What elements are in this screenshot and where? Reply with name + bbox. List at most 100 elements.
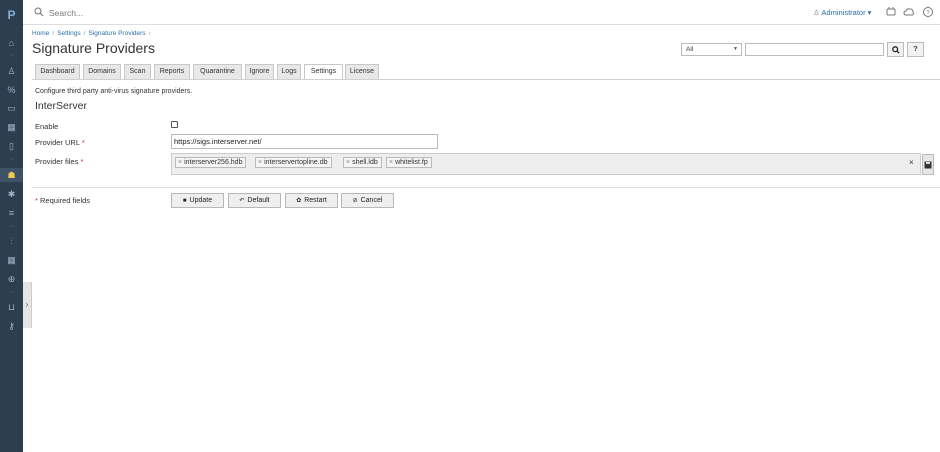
shield-icon[interactable]: ☗ xyxy=(6,170,17,181)
question-icon: ? xyxy=(913,46,918,53)
tab-scan[interactable]: Scan xyxy=(124,64,151,79)
top-bar: ♙ Administrator ▾ ? xyxy=(23,0,940,25)
left-nav-rail: P ⌂ ⌃ ♙ % ▭ ▦ ▯ ⌃ ☗ ✱ ≡ ⌃ ⫶ ▦ ⊕ ⌃ ⊔ ⚷ xyxy=(0,0,23,452)
tabs-divider xyxy=(32,79,940,80)
file-tag-label: interservertopline.db xyxy=(264,159,328,166)
percent-icon[interactable]: % xyxy=(6,85,17,96)
cancel-button[interactable]: ⊘ Cancel xyxy=(341,193,394,208)
help-button[interactable]: ? xyxy=(907,42,924,57)
tab-reports[interactable]: Reports xyxy=(154,64,190,79)
required-fields-note: * Required fields xyxy=(35,196,90,205)
tab-logs[interactable]: Logs xyxy=(277,64,301,79)
grid-icon[interactable]: ▦ xyxy=(6,122,17,133)
collapse-chevron-icon[interactable]: ⌃ xyxy=(0,226,23,231)
help-icon[interactable]: ? xyxy=(922,6,934,18)
filter-icon[interactable]: ≡ xyxy=(6,208,17,219)
cancel-icon: ⊘ xyxy=(352,198,358,204)
expand-sidebar-chevron-icon[interactable]: › xyxy=(23,282,32,328)
svg-text:?: ? xyxy=(926,10,930,16)
tab-license[interactable]: License xyxy=(345,64,379,79)
required-fields-text: Required fields xyxy=(40,196,91,205)
user-menu-label: Administrator ▾ xyxy=(821,8,872,17)
save-icon xyxy=(924,161,932,169)
bug-icon[interactable]: ✱ xyxy=(6,189,17,200)
browse-files-button[interactable] xyxy=(922,154,934,175)
breadcrumb-settings[interactable]: Settings xyxy=(57,30,81,37)
default-button[interactable]: ↶ Default xyxy=(228,193,281,208)
book-icon[interactable]: ▯ xyxy=(6,141,17,152)
enable-checkbox[interactable] xyxy=(171,121,178,128)
collapse-chevron-icon[interactable]: ⌃ xyxy=(0,55,23,60)
collapse-chevron-icon[interactable]: ⌃ xyxy=(0,292,23,297)
update-button[interactable]: ■ Update xyxy=(171,193,224,208)
clear-all-icon[interactable]: × xyxy=(909,158,914,167)
file-tag-label: shell.ldb xyxy=(352,159,378,166)
required-star: * xyxy=(80,157,84,166)
filter-scope-select[interactable]: All ▼ xyxy=(681,43,742,56)
provider-files-label-text: Provider files xyxy=(35,157,79,166)
remove-tag-icon[interactable]: × xyxy=(258,159,262,166)
home-icon[interactable]: ⌂ xyxy=(6,38,17,49)
breadcrumb-separator: › xyxy=(148,30,151,37)
tab-quarantine[interactable]: Quarantine xyxy=(193,64,242,79)
search-icon xyxy=(34,7,44,17)
remove-tag-icon[interactable]: × xyxy=(178,159,182,166)
restart-button[interactable]: ✿ Restart xyxy=(285,193,338,208)
default-button-label: Default xyxy=(247,197,270,204)
breadcrumb-current[interactable]: Signature Providers xyxy=(88,30,145,37)
save-icon: ■ xyxy=(182,198,187,204)
filter-scope-value: All xyxy=(686,46,694,53)
search-button[interactable] xyxy=(887,42,904,57)
required-star: * xyxy=(35,196,38,205)
search-icon xyxy=(891,46,900,54)
remove-tag-icon[interactable]: × xyxy=(389,159,393,166)
tab-domains[interactable]: Domains xyxy=(83,64,121,79)
page-title: Signature Providers xyxy=(32,40,155,56)
tab-settings[interactable]: Settings xyxy=(304,64,343,80)
monitor-icon[interactable]: ▭ xyxy=(6,103,17,114)
breadcrumb-home[interactable]: Home xyxy=(32,30,49,37)
cloud-icon[interactable] xyxy=(903,6,915,18)
restart-button-label: Restart xyxy=(304,197,327,204)
filter-query-input[interactable] xyxy=(745,43,884,56)
search-globe-icon[interactable]: ⊕ xyxy=(6,274,17,285)
user-icon: ♙ xyxy=(813,8,820,17)
provider-url-label-text: Provider URL xyxy=(35,138,80,147)
user-icon[interactable]: ♙ xyxy=(6,66,17,77)
remove-tag-icon[interactable]: × xyxy=(346,159,350,166)
provider-files-label: Provider files * xyxy=(35,157,83,166)
form-divider xyxy=(32,187,940,188)
file-tag-label: interserver256.hdb xyxy=(184,159,243,166)
update-button-label: Update xyxy=(189,197,213,204)
provider-url-input[interactable] xyxy=(171,134,438,149)
file-tag[interactable]: × interservertopline.db xyxy=(255,157,332,168)
provider-url-label: Provider URL * xyxy=(35,138,85,147)
sliders-icon[interactable]: ⫶ xyxy=(6,236,17,247)
key-icon[interactable]: ⚷ xyxy=(6,321,17,332)
required-star: * xyxy=(81,138,85,147)
file-tag[interactable]: × whitelist.fp xyxy=(386,157,432,168)
breadcrumb-separator: / xyxy=(52,30,55,37)
page-description: Configure third party anti-virus signatu… xyxy=(35,88,193,95)
package-icon[interactable]: ⊔ xyxy=(6,302,17,313)
undo-icon: ↶ xyxy=(239,198,245,204)
apps-icon[interactable]: ▦ xyxy=(6,255,17,266)
provider-name: InterServer xyxy=(35,100,87,112)
breadcrumb: Home / Settings / Signature Providers › xyxy=(32,30,154,37)
plugin-icon[interactable] xyxy=(885,6,897,18)
file-tag-label: whitelist.fp xyxy=(395,159,428,166)
breadcrumb-separator: / xyxy=(83,30,86,37)
app-logo[interactable]: P xyxy=(0,8,23,22)
collapse-chevron-icon[interactable]: ⌃ xyxy=(0,159,23,164)
provider-files-tag-input[interactable]: × interserver256.hdb × interservertopline.… xyxy=(171,153,921,175)
gear-icon: ✿ xyxy=(296,198,302,204)
global-search-input[interactable] xyxy=(49,5,349,20)
chevron-down-icon: ▼ xyxy=(733,46,738,52)
file-tag[interactable]: × shell.ldb xyxy=(343,157,382,168)
tab-ignore[interactable]: Ignore xyxy=(245,64,274,79)
enable-label: Enable xyxy=(35,122,59,131)
file-tag[interactable]: × interserver256.hdb xyxy=(175,157,247,168)
tab-dashboard[interactable]: Dashboard xyxy=(35,64,80,79)
user-menu[interactable]: ♙ Administrator ▾ xyxy=(813,8,871,17)
cancel-button-label: Cancel xyxy=(360,197,383,204)
